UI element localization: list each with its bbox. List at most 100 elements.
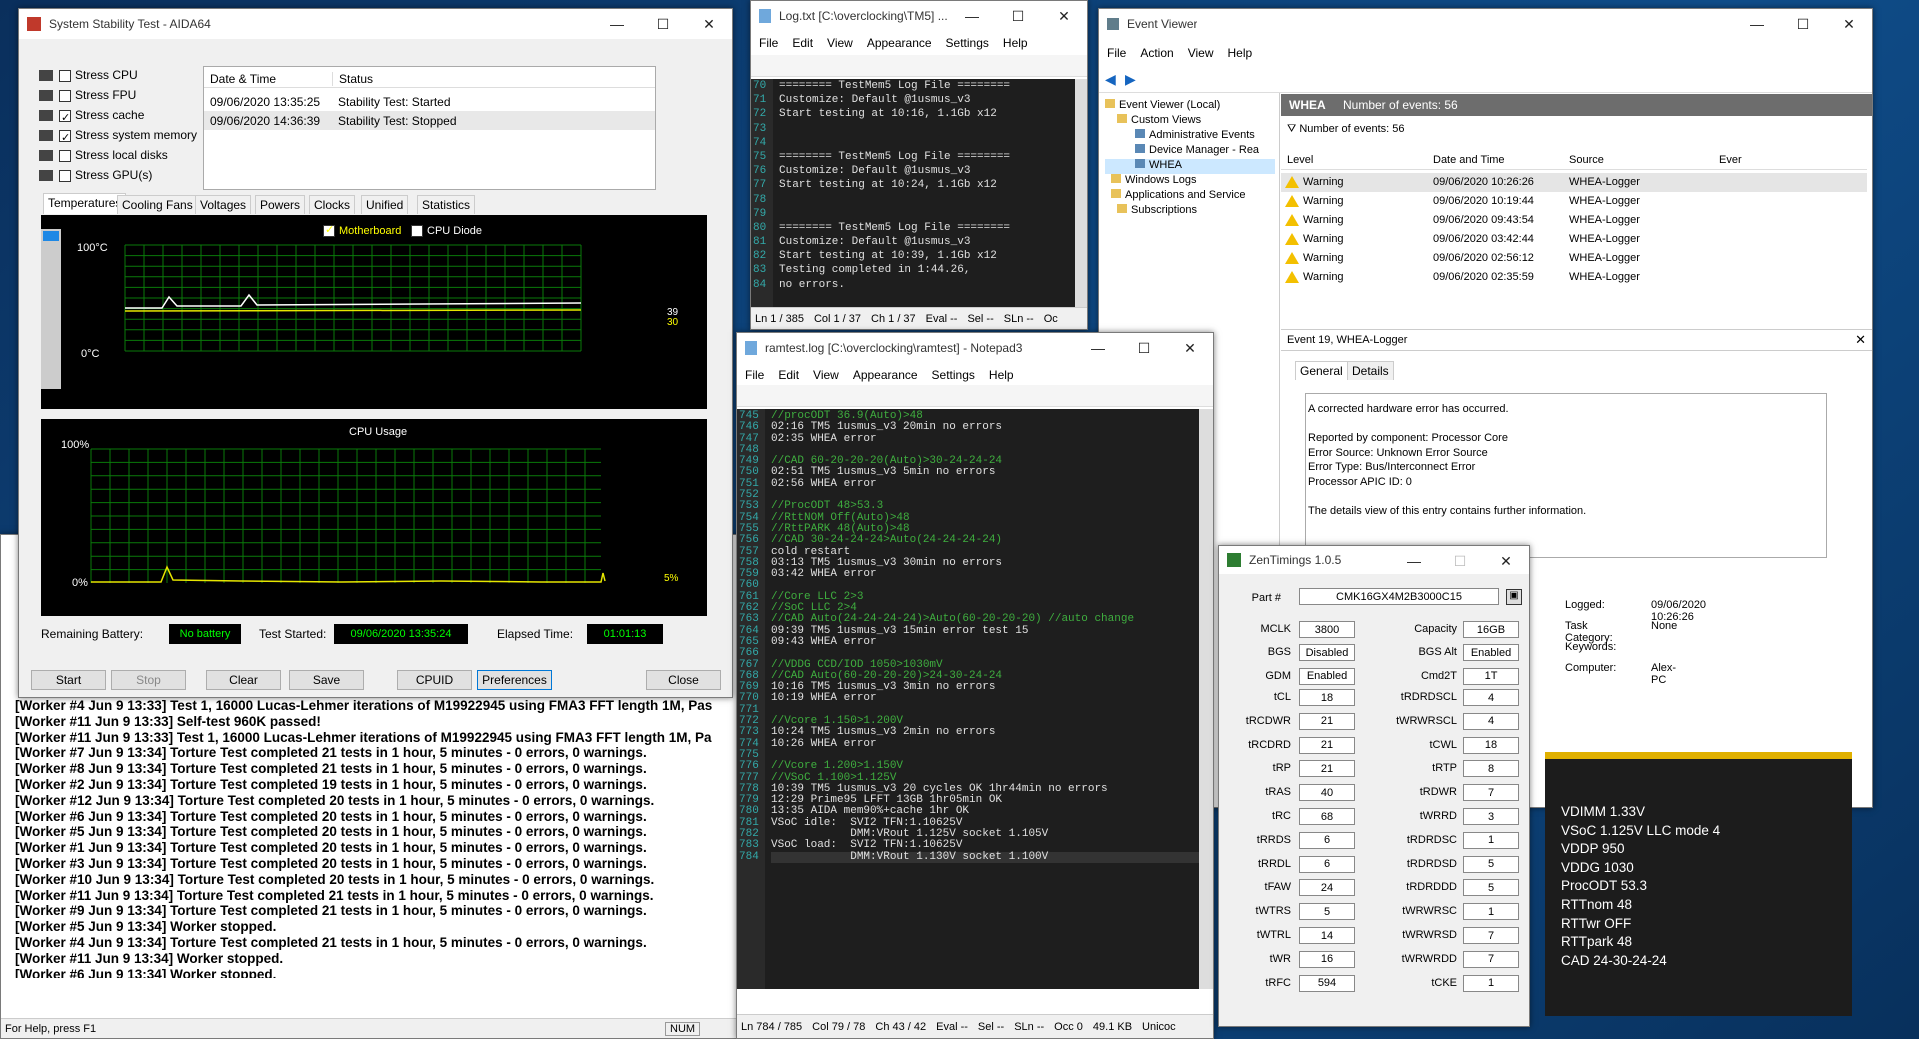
maximize-button[interactable]: ☐ [1780, 9, 1826, 39]
stress-option[interactable]: Stress GPU(s) [39, 165, 197, 185]
checkbox[interactable] [59, 128, 71, 148]
cell: Warning [1303, 271, 1344, 283]
scrollbar[interactable] [1075, 79, 1087, 307]
close-button[interactable]: ✕ [1041, 1, 1087, 31]
editor[interactable]: 70 71 72 73 74 75 76 77 78 79 80 81 82 83 84 ======== T… [751, 79, 1075, 307]
menu-view[interactable]: View [827, 36, 853, 50]
tab-unified[interactable]: Unified [361, 195, 409, 214]
tree-item[interactable]: Event Viewer (Local) [1105, 99, 1275, 114]
minimize-button[interactable]: — [949, 1, 995, 31]
stop-button[interactable]: Stop [111, 670, 186, 690]
tree-item[interactable]: Custom Views [1105, 114, 1275, 129]
code-line: DMM:VRout 1.130V socket 1.100V [771, 851, 1199, 863]
tab-clocks[interactable]: Clocks [309, 195, 356, 214]
menu-file[interactable]: File [759, 36, 778, 50]
maximize-button[interactable]: ☐ [640, 9, 686, 39]
tab-powers[interactable]: Powers [255, 195, 306, 214]
tree-item[interactable]: WHEA [1105, 159, 1275, 174]
legend-motherboard[interactable]: Motherboard [323, 223, 401, 238]
checkbox[interactable] [411, 223, 423, 238]
save-button[interactable]: Save [289, 670, 364, 690]
maximize-button[interactable]: ☐ [995, 1, 1041, 31]
start-button[interactable]: Start [31, 670, 106, 690]
checkbox[interactable] [59, 69, 71, 82]
menu-edit[interactable]: Edit [778, 368, 799, 382]
table-row[interactable]: 09/06/2020 13:35:25 Stability Test: Star… [204, 92, 655, 111]
clear-button[interactable]: Clear [206, 670, 281, 690]
minimize-button[interactable]: — [1734, 9, 1780, 39]
menu-settings[interactable]: Settings [932, 368, 975, 382]
menu-view[interactable]: View [1188, 46, 1214, 60]
close-dialog-button[interactable]: Close [646, 670, 721, 690]
checkbox[interactable] [59, 149, 71, 162]
tree-item[interactable]: Applications and Service [1105, 189, 1275, 204]
tab-temperatures[interactable]: Temperatures [43, 193, 127, 214]
stress-option[interactable]: Stress FPU [39, 85, 197, 105]
close-button[interactable]: ✕ [1826, 9, 1872, 39]
close-button[interactable]: ✕ [1167, 333, 1213, 363]
title-bar: System Stability Test - AIDA64 — ☐ ✕ [19, 9, 732, 39]
stress-option[interactable]: Stress CPU [39, 65, 197, 85]
stress-option[interactable]: Stress local disks [39, 145, 197, 165]
table-row[interactable]: Warning 09/06/2020 09:43:54 WHEA-Logger [1281, 211, 1867, 230]
tab-cooling-fans[interactable]: Cooling Fans [117, 195, 198, 214]
tab-voltages[interactable]: Voltages [195, 195, 252, 214]
stress-option[interactable]: Stress cache [39, 105, 197, 128]
menu-file[interactable]: File [1107, 46, 1126, 60]
legend-cpu-diode[interactable]: CPU Diode [411, 223, 482, 238]
close-icon[interactable]: ✕ [1855, 332, 1866, 348]
tab-statistics[interactable]: Statistics [417, 195, 476, 214]
editor[interactable]: 745 746 747 748 749 750 751 752 753 754 755 756 757 7… [737, 409, 1199, 989]
table-row[interactable]: Warning 09/06/2020 10:19:44 WHEA-Logger [1281, 192, 1867, 211]
menu-appearance[interactable]: Appearance [853, 368, 918, 382]
forward-icon[interactable]: ▶ [1125, 71, 1136, 88]
checkbox[interactable] [323, 223, 335, 238]
table-row[interactable]: Warning 09/06/2020 02:56:12 WHEA-Logger [1281, 249, 1867, 268]
timing-label: tRDWR [1419, 786, 1457, 799]
screenshot-icon[interactable]: ▣ [1506, 589, 1522, 605]
checkbox[interactable] [59, 108, 71, 128]
col-header[interactable]: Level [1287, 154, 1313, 166]
table-row[interactable]: Warning 09/06/2020 02:35:59 WHEA-Logger [1281, 268, 1867, 287]
menu-action[interactable]: Action [1140, 46, 1173, 60]
tab-general[interactable]: General [1295, 361, 1348, 380]
menu-file[interactable]: File [745, 368, 764, 382]
close-button[interactable]: ✕ [1483, 546, 1529, 576]
table-row[interactable]: Warning 09/06/2020 10:26:26 WHEA-Logger [1281, 173, 1867, 192]
close-button[interactable]: ✕ [686, 9, 732, 39]
table-row[interactable]: 09/06/2020 14:36:39 Stability Test: Stop… [204, 111, 655, 130]
col-header[interactable]: Ever [1719, 154, 1742, 166]
tab-details[interactable]: Details [1347, 361, 1394, 380]
maximize-button[interactable]: ☐ [1121, 333, 1167, 363]
cell: WHEA-Logger [1569, 271, 1640, 283]
menu-help[interactable]: Help [989, 368, 1014, 382]
code-line: VSoC load: SVI2 TFN:1.10625V [771, 839, 963, 852]
col-header[interactable]: Date and Time [1433, 154, 1505, 166]
minimize-button[interactable]: — [1075, 333, 1121, 363]
menu-view[interactable]: View [813, 368, 839, 382]
menu-appearance[interactable]: Appearance [867, 36, 932, 50]
tree-item[interactable]: Subscriptions [1105, 204, 1275, 219]
timing-label: tRDRDSC [1406, 833, 1457, 846]
preferences-button[interactable]: Preferences [477, 670, 552, 690]
tree-item[interactable]: Device Manager - Rea [1105, 144, 1275, 159]
tree-item[interactable]: Administrative Events [1105, 129, 1275, 144]
scrollbar[interactable] [1199, 409, 1213, 989]
checkbox[interactable] [59, 89, 71, 102]
back-icon[interactable]: ◀ [1105, 71, 1116, 88]
minimize-button[interactable]: — [594, 9, 640, 39]
note-text: VDIMM 1.33V VSoC 1.125V LLC mode 4 VDDP 95… [1561, 803, 1720, 970]
maximize-button[interactable]: ☐ [1437, 546, 1483, 576]
checkbox[interactable] [59, 169, 71, 182]
menu-settings[interactable]: Settings [946, 36, 989, 50]
cell: 09/06/2020 13:35:25 [210, 95, 321, 109]
tree-item[interactable]: Windows Logs [1105, 174, 1275, 189]
stress-option[interactable]: Stress system memory [39, 125, 197, 148]
menu-help[interactable]: Help [1003, 36, 1028, 50]
minimize-button[interactable]: — [1391, 546, 1437, 576]
menu-edit[interactable]: Edit [792, 36, 813, 50]
cpuid-button[interactable]: CPUID [397, 670, 472, 690]
menu-help[interactable]: Help [1228, 46, 1253, 60]
col-header[interactable]: Source [1569, 154, 1604, 166]
table-row[interactable]: Warning 09/06/2020 03:42:44 WHEA-Logger [1281, 230, 1867, 249]
